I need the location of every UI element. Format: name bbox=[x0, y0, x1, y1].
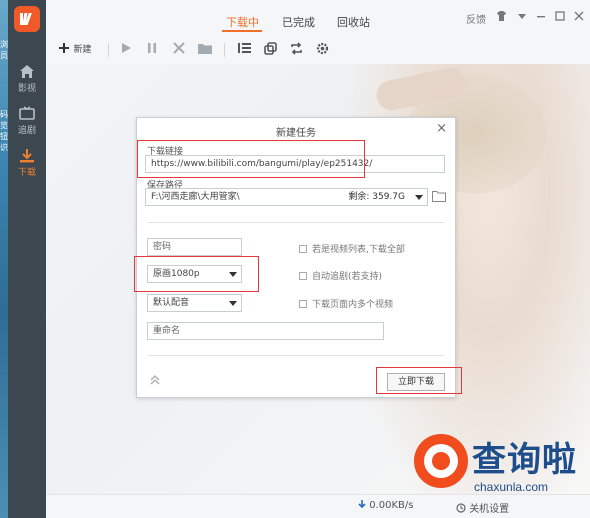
download-icon bbox=[20, 149, 34, 163]
audio-select[interactable]: 默认配音 bbox=[147, 294, 242, 312]
multi-video-checkbox[interactable]: 下载页面内多个视频 bbox=[299, 297, 393, 310]
dropdown-arrow-icon bbox=[229, 301, 237, 306]
maximize-icon[interactable] bbox=[555, 11, 565, 24]
sidebar: 影视 追剧 下载 bbox=[8, 0, 46, 518]
desktop-label: 员 bbox=[0, 51, 8, 60]
desktop-label: 码 bbox=[0, 110, 8, 119]
arrow-down-icon bbox=[358, 500, 366, 509]
play-icon bbox=[122, 43, 131, 53]
download-all-checkbox[interactable]: 若是视频列表,下载全部 bbox=[299, 242, 405, 255]
checkbox-label: 若是视频列表,下载全部 bbox=[312, 245, 405, 255]
desktop-label: 览 bbox=[0, 121, 8, 130]
sidebar-item-label: 影视 bbox=[17, 84, 36, 94]
app-logo-icon bbox=[14, 6, 40, 32]
feedback-link[interactable]: 反馈 bbox=[466, 11, 486, 26]
checkbox-box bbox=[299, 272, 307, 280]
pause-button[interactable] bbox=[146, 42, 158, 57]
free-space-info: 剩余: 359.7G bbox=[348, 192, 405, 202]
shutdown-settings-button[interactable]: 关机设置 bbox=[456, 500, 509, 515]
close-window-icon[interactable] bbox=[574, 11, 584, 24]
sidebar-item-label: 下载 bbox=[17, 168, 36, 178]
shutdown-settings-label: 关机设置 bbox=[469, 504, 510, 515]
highlight-box bbox=[376, 367, 462, 394]
tab-recycle-bin[interactable]: 回收站 bbox=[337, 14, 370, 30]
skin-icon[interactable] bbox=[496, 11, 507, 24]
minimize-icon[interactable] bbox=[536, 11, 546, 24]
title-bar: 下载中 已完成 回收站 反馈 bbox=[46, 0, 590, 34]
delete-button[interactable] bbox=[173, 42, 185, 57]
toolbar-divider bbox=[224, 43, 225, 57]
auto-follow-checkbox[interactable]: 自动追剧(若支持) bbox=[299, 269, 382, 282]
tab-completed[interactable]: 已完成 bbox=[282, 14, 315, 30]
tab-downloading[interactable]: 下载中 bbox=[226, 14, 259, 30]
checkbox-label: 自动追剧(若支持) bbox=[312, 272, 383, 282]
tv-icon bbox=[19, 106, 35, 120]
highlight-box bbox=[134, 256, 259, 292]
sidebar-item-movies[interactable]: 影视 bbox=[8, 64, 46, 104]
new-task-button[interactable]: 新建 bbox=[58, 42, 92, 55]
home-icon bbox=[20, 65, 34, 78]
plus-icon bbox=[59, 43, 69, 53]
desktop-label: 浏 bbox=[0, 40, 8, 49]
dropdown-arrow-icon bbox=[415, 195, 423, 200]
password-input[interactable]: 密码 bbox=[147, 238, 242, 256]
start-button[interactable] bbox=[120, 42, 132, 57]
open-folder-button[interactable] bbox=[198, 42, 212, 57]
pause-icon bbox=[148, 43, 156, 53]
watermark-text: 查询啦 bbox=[472, 440, 577, 480]
x-icon bbox=[173, 42, 185, 54]
save-path-select[interactable]: F:\河西走廊\大用管家\ 剩余: 359.7G bbox=[145, 188, 428, 206]
download-speed-value: 0.00KB/s bbox=[369, 500, 414, 511]
desktop-label: 识 bbox=[0, 143, 8, 152]
dialog-title: 新建任务 bbox=[276, 128, 316, 139]
divider bbox=[147, 355, 445, 356]
rename-input[interactable]: 重命名 bbox=[147, 322, 384, 340]
list-icon bbox=[238, 43, 251, 53]
watermark-logo-detail bbox=[432, 452, 450, 470]
settings-button[interactable] bbox=[316, 42, 329, 58]
toolbar-divider bbox=[108, 43, 109, 57]
checkbox-box bbox=[299, 300, 307, 308]
clock-icon bbox=[456, 503, 466, 513]
menu-dropdown-icon[interactable] bbox=[517, 11, 527, 24]
folder-icon bbox=[198, 44, 212, 54]
sidebar-item-label: 追剧 bbox=[17, 126, 36, 136]
active-tab-indicator bbox=[222, 30, 262, 32]
new-task-label: 新建 bbox=[73, 45, 92, 55]
new-task-dialog: 新建任务 × 下载链接 https://www.bilibili.com/ban… bbox=[134, 117, 462, 398]
watermark-url: chaxunla.com bbox=[474, 480, 549, 494]
audio-value: 默认配音 bbox=[153, 298, 190, 308]
save-path-value: F:\河西走廊\大用管家\ bbox=[151, 192, 240, 202]
divider bbox=[147, 222, 445, 223]
checkbox-label: 下载页面内多个视频 bbox=[312, 300, 394, 310]
copy-button[interactable] bbox=[264, 42, 277, 58]
desktop-label: 钮 bbox=[0, 132, 8, 141]
checkbox-box bbox=[299, 245, 307, 253]
refresh-button[interactable] bbox=[290, 42, 303, 58]
toolbar: 新建 bbox=[46, 34, 590, 64]
copy-icon bbox=[264, 42, 277, 55]
browse-folder-icon[interactable] bbox=[432, 190, 446, 202]
sidebar-item-download[interactable]: 下载 bbox=[8, 148, 46, 188]
sidebar-item-series[interactable]: 追剧 bbox=[8, 106, 46, 146]
list-button[interactable] bbox=[238, 42, 251, 57]
close-dialog-icon[interactable]: × bbox=[436, 121, 447, 136]
watermark: 查询啦 chaxunla.com bbox=[414, 430, 584, 498]
download-speed: 0.00KB/s bbox=[358, 500, 413, 511]
collapse-options-icon[interactable] bbox=[149, 374, 161, 389]
desktop-background: 浏 员 码 览 钮 识 bbox=[0, 0, 8, 518]
gear-icon bbox=[316, 42, 329, 55]
loop-icon bbox=[291, 42, 302, 55]
highlight-box bbox=[137, 140, 365, 178]
